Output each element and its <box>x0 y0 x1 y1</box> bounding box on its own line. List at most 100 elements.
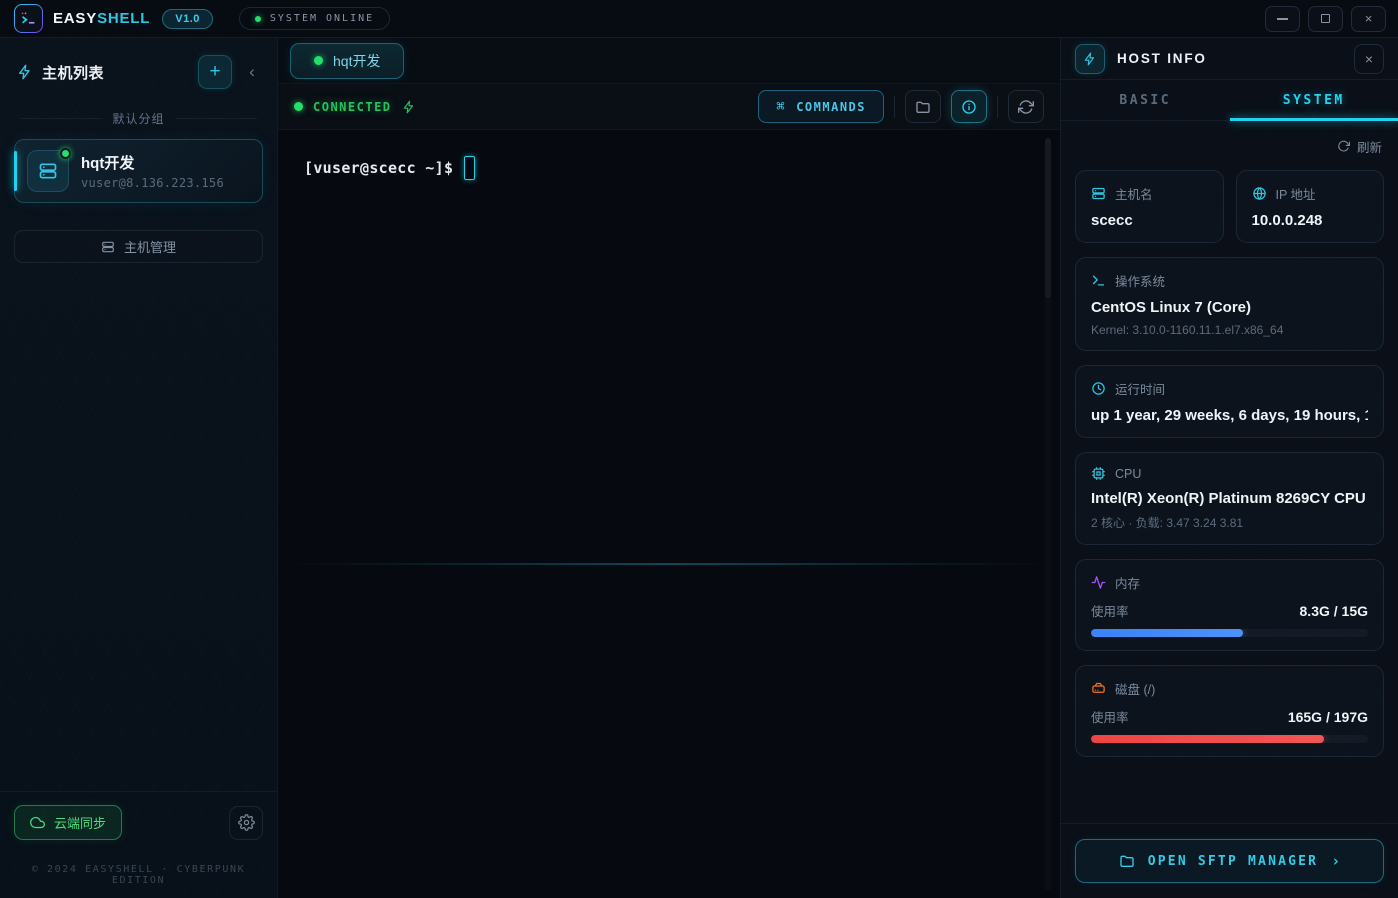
active-tab-underline <box>1230 118 1398 121</box>
refresh-link[interactable]: 刷新 <box>1075 121 1384 170</box>
activity-icon <box>1091 575 1106 590</box>
cpu-card: CPU Intel(R) Xeon(R) Platinum 8269CY CPU… <box>1075 452 1384 545</box>
system-status-label: SYSTEM ONLINE <box>270 13 374 24</box>
host-manage-button[interactable]: 主机管理 <box>14 230 263 263</box>
titlebar: EASYSHELL V1.0 SYSTEM ONLINE × <box>0 0 1398 38</box>
disk-progress-fill <box>1091 735 1324 743</box>
close-button[interactable]: × <box>1351 6 1386 32</box>
minimize-button[interactable] <box>1265 6 1300 32</box>
open-sftp-label: OPEN SFTP MANAGER <box>1148 854 1318 869</box>
os-value: CentOS Linux 7 (Core) <box>1091 299 1368 316</box>
brand-primary: EASY <box>53 10 97 27</box>
cloud-icon <box>30 815 45 830</box>
brand-secondary: SHELL <box>97 10 150 27</box>
server-icon <box>101 240 115 254</box>
cpu-detail: 2 核心 · 负载: 3.47 3.24 3.81 <box>1091 514 1368 531</box>
chevron-left-icon: ‹ <box>249 62 255 81</box>
host-manage-label: 主机管理 <box>124 237 176 256</box>
ip-card: IP 地址 10.0.0.248 <box>1236 170 1385 243</box>
tab-label: hqt开发 <box>333 51 380 71</box>
disk-usage-value: 165G / 197G <box>1288 709 1368 725</box>
host-list-item[interactable]: hqt开发 vuser@8.136.223.156 <box>14 139 263 203</box>
sidebar: 主机列表 + ‹ 默认分组 hqt开发 vuser@8.136.223.156 <box>0 38 278 898</box>
memory-usage-label: 使用率 <box>1091 601 1129 620</box>
scanline-effect <box>278 563 1060 565</box>
refresh-label: 刷新 <box>1357 137 1382 156</box>
collapse-sidebar-button[interactable]: ‹ <box>241 62 263 82</box>
terminal-view[interactable]: [vuser@scecc ~]$ <box>278 130 1060 898</box>
uptime-label: 运行时间 <box>1115 379 1165 398</box>
connected-dot <box>294 102 303 111</box>
reconnect-button[interactable] <box>1008 90 1044 123</box>
server-icon <box>27 150 69 192</box>
uptime-card: 运行时间 up 1 year, 29 weeks, 6 days, 19 hou… <box>1075 365 1384 438</box>
divider <box>894 96 895 118</box>
scrollbar-thumb[interactable] <box>1045 138 1051 298</box>
cloud-sync-button[interactable]: 云端同步 <box>14 805 122 840</box>
panel-tabs: BASIC SYSTEM <box>1061 80 1398 121</box>
commands-button[interactable]: ⌘ COMMANDS <box>758 90 884 123</box>
open-sftp-button[interactable]: OPEN SFTP MANAGER › <box>1075 839 1384 883</box>
tab-system[interactable]: SYSTEM <box>1230 80 1398 120</box>
disk-usage-label: 使用率 <box>1091 707 1129 726</box>
hostname-value: scecc <box>1091 212 1208 229</box>
memory-progress-fill <box>1091 629 1243 637</box>
connected-label: CONNECTED <box>313 100 392 114</box>
version-badge: V1.0 <box>162 9 213 29</box>
cloud-sync-label: 云端同步 <box>54 813 106 832</box>
folder-icon <box>915 99 931 115</box>
divider <box>176 118 258 119</box>
divider <box>997 96 998 118</box>
maximize-button[interactable] <box>1308 6 1343 32</box>
info-icon <box>961 99 977 115</box>
bolt-icon <box>402 100 416 114</box>
disk-card: 磁盘 (/) 使用率 165G / 197G <box>1075 665 1384 757</box>
ip-label: IP 地址 <box>1276 184 1316 203</box>
terminal-scrollbar[interactable] <box>1045 138 1051 890</box>
settings-button[interactable] <box>229 806 263 840</box>
panel-body: 刷新 主机名 scecc <box>1061 121 1398 823</box>
hostname-card: 主机名 scecc <box>1075 170 1224 243</box>
session-tab[interactable]: hqt开发 <box>290 43 404 79</box>
panel-header: HOST INFO × <box>1061 38 1398 80</box>
hard-drive-icon <box>1091 681 1106 696</box>
online-dot <box>60 148 71 159</box>
minimize-icon <box>1277 18 1288 20</box>
sidebar-footer: 云端同步 © 2024 EASYSHELL · CYBERPUNK EDITIO… <box>0 791 277 898</box>
group-header: 默认分组 <box>0 110 277 127</box>
main-area: hqt开发 CONNECTED ⌘ COMMANDS <box>278 38 1060 898</box>
refresh-icon <box>1337 140 1350 153</box>
app-logo-icon <box>14 4 43 33</box>
terminal-cursor <box>464 156 475 180</box>
uptime-value: up 1 year, 29 weeks, 6 days, 19 hours, 1… <box>1091 407 1368 424</box>
sidebar-title: 主机列表 <box>42 62 104 83</box>
bolt-icon <box>1075 44 1105 74</box>
os-card: 操作系统 CentOS Linux 7 (Core) Kernel: 3.10.… <box>1075 257 1384 351</box>
host-info-panel: HOST INFO × BASIC SYSTEM 刷新 <box>1060 38 1398 898</box>
clock-icon <box>1091 381 1106 396</box>
window-controls: × <box>1265 6 1386 32</box>
panel-title: HOST INFO <box>1117 51 1207 66</box>
memory-usage-value: 8.3G / 15G <box>1300 603 1368 619</box>
memory-progress-track <box>1091 629 1368 637</box>
host-address: vuser@8.136.223.156 <box>81 176 224 190</box>
ip-value: 10.0.0.248 <box>1252 212 1369 229</box>
host-texts: hqt开发 vuser@8.136.223.156 <box>81 152 224 190</box>
cpu-icon <box>1091 466 1106 481</box>
memory-card: 内存 使用率 8.3G / 15G <box>1075 559 1384 651</box>
sftp-files-button[interactable] <box>905 90 941 123</box>
sidebar-header: 主机列表 + ‹ <box>0 38 277 101</box>
chevron-right-icon: › <box>1331 852 1340 870</box>
tab-basic[interactable]: BASIC <box>1061 80 1230 120</box>
terminal-icon <box>1091 273 1106 288</box>
add-host-button[interactable]: + <box>198 55 232 89</box>
globe-icon <box>1252 186 1267 201</box>
os-label: 操作系统 <box>1115 271 1165 290</box>
gear-icon <box>238 814 255 831</box>
plus-icon: + <box>209 61 220 83</box>
host-info-button[interactable] <box>951 90 987 123</box>
close-icon: × <box>1365 11 1373 26</box>
panel-footer: OPEN SFTP MANAGER › <box>1061 823 1398 898</box>
folder-icon <box>1119 853 1135 869</box>
close-panel-button[interactable]: × <box>1354 44 1384 74</box>
